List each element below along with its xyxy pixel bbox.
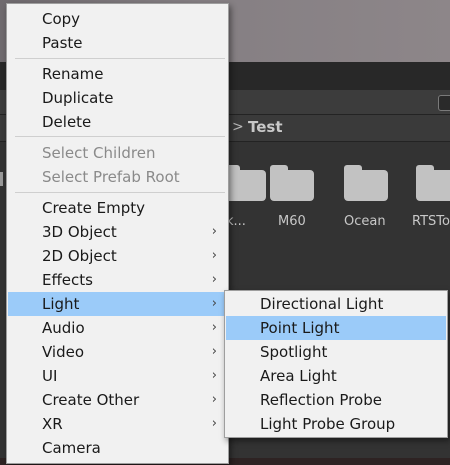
light-submenu: Directional Light Point Light Spotlight … [224,290,448,438]
search-icon[interactable] [438,95,450,111]
menu-item-light[interactable]: Light › [8,292,227,316]
folder-icon[interactable] [270,165,314,201]
menu-item-audio[interactable]: Audio › [8,316,227,340]
chevron-right-icon: › [211,320,217,335]
menu-item-2d-object[interactable]: 2D Object › [8,244,227,268]
chevron-right-icon: › [211,224,217,239]
submenu-item-area-light[interactable]: Area Light [226,364,446,388]
menu-item-ui[interactable]: UI › [8,364,227,388]
menu-separator [15,192,225,193]
menu-item-camera[interactable]: Camera [8,436,227,460]
menu-item-rename[interactable]: Rename [8,62,227,86]
chevron-right-icon: › [211,344,217,359]
folder-label: Ocean [344,214,386,229]
menu-item-video[interactable]: Video › [8,340,227,364]
chevron-right-icon: › [211,296,217,311]
folder-icon[interactable] [344,165,388,201]
menu-item-select-prefab-root: Select Prefab Root [42,168,180,186]
breadcrumb-separator: > [232,119,244,135]
menu-item-delete[interactable]: Delete [8,110,227,134]
submenu-item-light-probe-group[interactable]: Light Probe Group [226,412,446,436]
chevron-right-icon: › [211,416,217,431]
chevron-right-icon: › [211,368,217,383]
menu-separator [15,136,225,137]
menu-separator [15,58,225,59]
submenu-item-directional-light[interactable]: Directional Light [226,292,446,316]
submenu-item-reflection-probe[interactable]: Reflection Probe [226,388,446,412]
breadcrumb-item-test[interactable]: Test [248,118,283,136]
folder-label: M60 [278,214,306,229]
menu-item-create-other[interactable]: Create Other › [8,388,227,412]
chevron-right-icon: › [211,272,217,287]
menu-item-duplicate[interactable]: Duplicate [8,86,227,110]
folder-icon[interactable] [416,165,450,201]
menu-item-effects[interactable]: Effects › [8,268,227,292]
submenu-item-spotlight[interactable]: Spotlight [226,340,446,364]
menu-item-3d-object[interactable]: 3D Object › [8,220,227,244]
menu-item-xr[interactable]: XR › [8,412,227,436]
menu-item-select-children: Select Children [42,144,156,162]
folder-label: RTSTo [412,214,450,229]
chevron-right-icon: › [211,392,217,407]
submenu-item-point-light[interactable]: Point Light [226,316,446,340]
context-menu: Copy Paste Rename Duplicate Delete Selec… [6,3,229,464]
menu-item-copy[interactable]: Copy [8,7,227,31]
panel-edge-marker [0,172,3,186]
chevron-right-icon: › [211,248,217,263]
menu-item-create-empty[interactable]: Create Empty [8,196,227,220]
menu-item-paste[interactable]: Paste [8,31,227,55]
